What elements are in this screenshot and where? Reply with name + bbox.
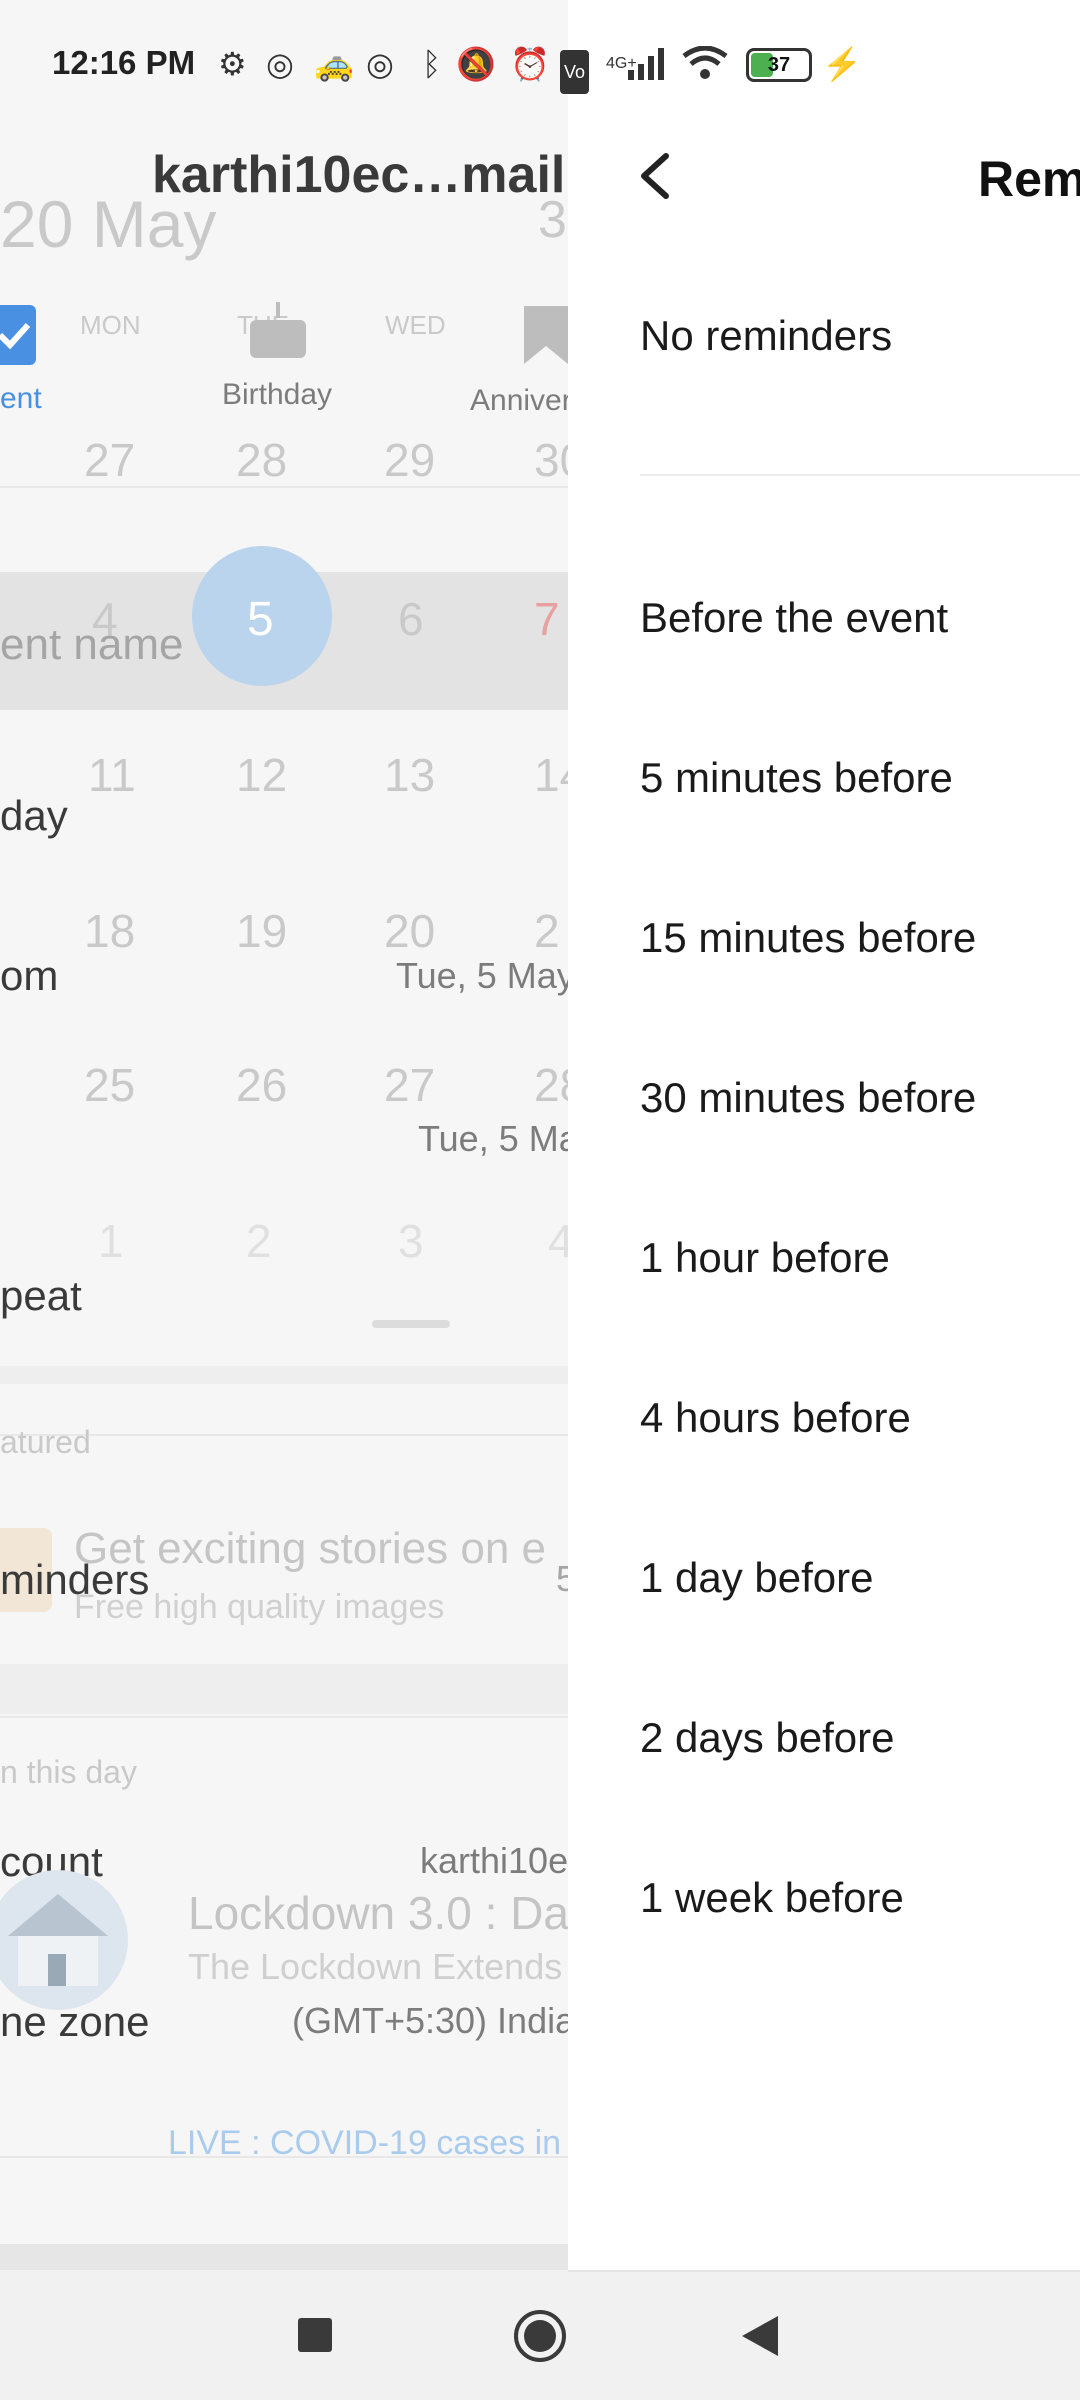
event-name-placeholder: ent name bbox=[0, 620, 184, 669]
selected-day: 5 bbox=[247, 593, 274, 646]
option-4-hours[interactable]: 4 hours before bbox=[640, 1394, 911, 1442]
day-cell: 6 bbox=[398, 593, 424, 645]
option-1-week[interactable]: 1 week before bbox=[640, 1874, 904, 1922]
day-cell: 27 bbox=[84, 434, 136, 486]
event-type-event[interactable]: ent bbox=[0, 382, 42, 416]
dnd-icon: 🔕 bbox=[456, 46, 496, 82]
month-next-digit: 3 bbox=[538, 191, 567, 249]
day-cell: 2 bbox=[534, 905, 560, 957]
day-cell: 4 bbox=[548, 1215, 568, 1267]
event-type-anniversary[interactable]: Anniver bbox=[470, 384, 568, 418]
day-cell: 18 bbox=[84, 905, 136, 957]
time-zone-label: ne zone bbox=[0, 1998, 150, 2045]
event-type-birthday[interactable]: Birthday bbox=[222, 378, 332, 412]
weekday-wed: WED bbox=[385, 310, 446, 340]
signal-icon bbox=[628, 48, 664, 80]
clock: 12:16 PM bbox=[52, 44, 196, 81]
repeat-label: peat bbox=[0, 1272, 82, 1319]
all-day-label: day bbox=[0, 792, 68, 839]
to-date[interactable]: Tue, 5 Ma bbox=[418, 1118, 568, 1160]
weekday-mon: MON bbox=[80, 310, 141, 340]
day-cell: 19 bbox=[236, 905, 288, 957]
option-30-minutes[interactable]: 30 minutes before bbox=[640, 1074, 976, 1122]
app-icon: ◎ bbox=[366, 46, 394, 82]
recents-square-icon[interactable] bbox=[298, 2318, 332, 2352]
reminders-value: 5 bbox=[556, 1558, 568, 1599]
app-icon: ◎ bbox=[266, 46, 294, 82]
battery-level: 37 bbox=[767, 54, 791, 76]
option-1-day[interactable]: 1 day before bbox=[640, 1554, 874, 1602]
on-this-day-label: n this day bbox=[0, 1754, 137, 1790]
section-gap bbox=[0, 1664, 568, 1714]
day-cell-weekend: 7 bbox=[534, 593, 560, 645]
background-screen: 20 May karthi10ec…mail. 3 MON TUE WED TH… bbox=[0, 0, 568, 2400]
back-triangle-icon[interactable] bbox=[740, 2314, 780, 2358]
day-cell: 28 bbox=[236, 434, 288, 486]
day-cell: 1 bbox=[98, 1215, 124, 1267]
battery-icon: 37 bbox=[746, 48, 812, 82]
house-illustration-icon bbox=[0, 1870, 128, 2010]
from-label: om bbox=[0, 952, 59, 999]
option-1-hour[interactable]: 1 hour before bbox=[640, 1234, 890, 1282]
from-date[interactable]: Tue, 5 May bbox=[396, 955, 568, 997]
home-circle-icon[interactable] bbox=[512, 2308, 568, 2364]
news-title[interactable]: Lockdown 3.0 : Day bbox=[188, 1886, 568, 1940]
volte-icon: Vo bbox=[560, 50, 590, 94]
featured-label: atured bbox=[0, 1424, 91, 1460]
reminders-panel bbox=[568, 0, 1080, 2400]
alarm-icon: ⏰ bbox=[510, 46, 550, 82]
day-cell: 26 bbox=[236, 1059, 288, 1111]
bookmark-icon bbox=[524, 306, 568, 364]
divider bbox=[0, 1716, 568, 1718]
option-no-reminders[interactable]: No reminders bbox=[640, 312, 892, 360]
day-cell: 11 bbox=[88, 749, 136, 801]
day-cell: 25 bbox=[84, 1059, 136, 1111]
news-subtitle: The Lockdown Extends bbox=[188, 1946, 563, 1987]
day-cell: 28 bbox=[534, 1059, 568, 1111]
day-cell: 14 bbox=[534, 749, 568, 801]
account-header: karthi10ec…mail. bbox=[152, 146, 568, 204]
day-cell: 3 bbox=[398, 1215, 424, 1267]
cake-icon bbox=[250, 302, 306, 358]
status-bar: 12:16 PM ⚙ ◎ 🚕 ◎ ᛒ 🔕 ⏰ Vo 4G+ 37 ⚡ bbox=[0, 0, 1080, 130]
time-zone-value[interactable]: (GMT+5:30) India bbox=[292, 2000, 568, 2042]
option-15-minutes[interactable]: 15 minutes before bbox=[640, 914, 976, 962]
panel-title: Rem bbox=[978, 151, 1080, 207]
wifi-icon bbox=[682, 46, 728, 79]
checkbox-icon[interactable] bbox=[0, 305, 36, 365]
option-before-event[interactable]: Before the event bbox=[640, 594, 948, 642]
day-cell: 2 bbox=[246, 1215, 272, 1267]
account-value[interactable]: karthi10e bbox=[420, 1840, 568, 1882]
drag-handle[interactable] bbox=[372, 1320, 450, 1328]
divider bbox=[0, 486, 568, 488]
section-gap bbox=[0, 1366, 568, 1384]
taxi-icon: 🚕 bbox=[314, 46, 354, 82]
settings-icon: ⚙ bbox=[218, 46, 247, 82]
bottom-band bbox=[0, 2244, 568, 2270]
day-cell: 29 bbox=[384, 434, 436, 486]
bluetooth-icon: ᛒ bbox=[422, 46, 442, 82]
charging-icon: ⚡ bbox=[822, 46, 862, 82]
day-cell: 27 bbox=[384, 1059, 436, 1111]
day-cell: 12 bbox=[236, 749, 288, 801]
option-5-minutes[interactable]: 5 minutes before bbox=[640, 754, 953, 802]
day-cell: 13 bbox=[384, 749, 436, 801]
back-arrow-icon[interactable] bbox=[630, 140, 680, 210]
day-cell: 20 bbox=[384, 905, 436, 957]
divider bbox=[640, 474, 1080, 476]
day-cell: 30 bbox=[534, 434, 568, 486]
divider bbox=[0, 2156, 568, 2158]
option-2-days[interactable]: 2 days before bbox=[640, 1714, 895, 1762]
reminders-label[interactable]: minders bbox=[0, 1556, 149, 1604]
divider bbox=[568, 2270, 1080, 2272]
